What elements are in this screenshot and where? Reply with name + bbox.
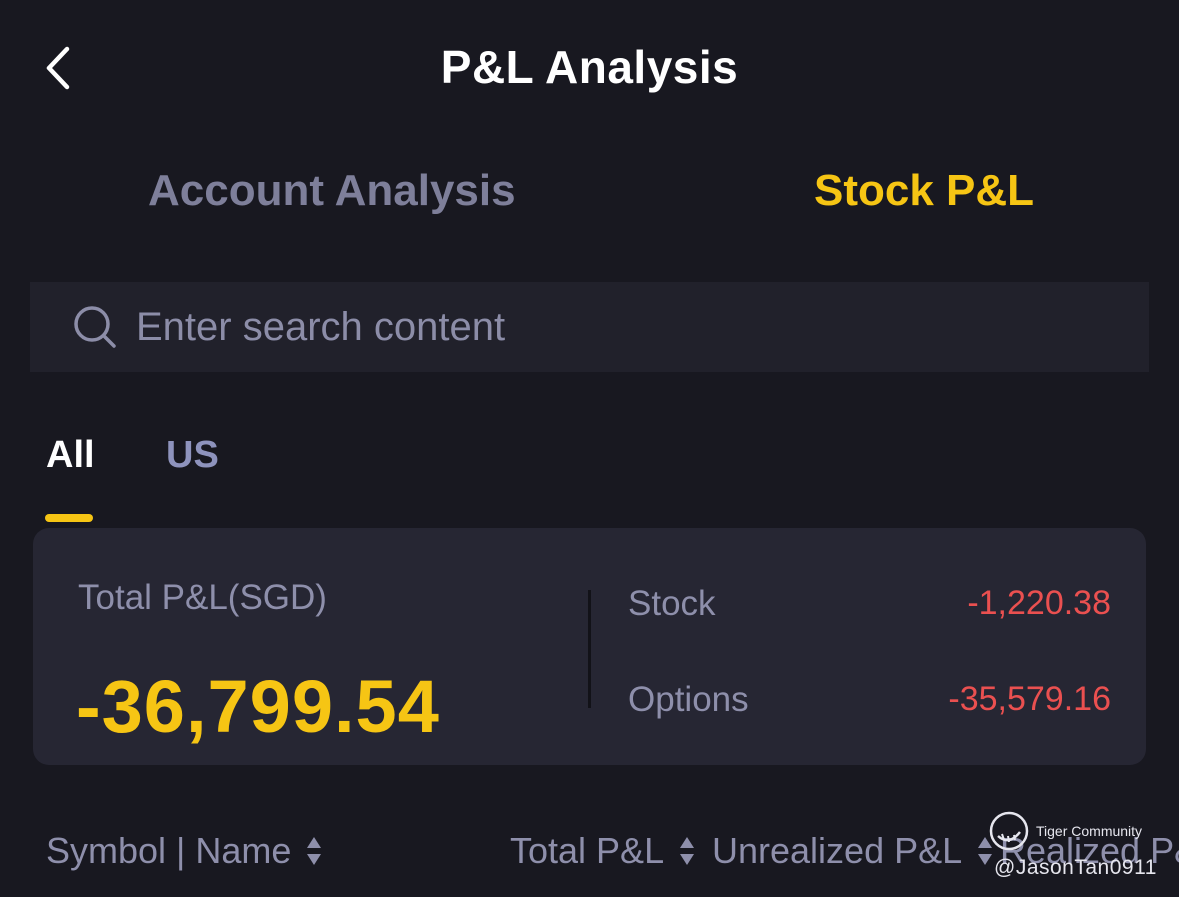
column-header-label: Total P&L (510, 830, 665, 871)
sort-icon (307, 837, 322, 865)
column-header-symbol-name[interactable]: Symbol | Name (46, 830, 323, 872)
active-tab-indicator (45, 514, 93, 522)
tab-market-us[interactable]: US (166, 434, 219, 477)
card-divider (588, 590, 591, 708)
watermark-brand: Tiger Community (1036, 823, 1143, 839)
total-pl-value: -36,799.54 (76, 665, 440, 748)
tab-market-all[interactable]: All (46, 434, 95, 477)
watermark-handle: @JasonTan0911 (994, 856, 1157, 879)
total-pl-label: Total P&L(SGD) (78, 578, 327, 617)
tab-account-analysis[interactable]: Account Analysis (148, 166, 516, 216)
stock-pl-label: Stock (628, 584, 716, 623)
column-header-label: Unrealized P&L (712, 830, 963, 871)
column-header-label: Symbol | Name (46, 830, 292, 871)
options-pl-label: Options (628, 680, 749, 719)
stock-pl-value: -1,220.38 (967, 584, 1111, 622)
column-header-unrealized-pl[interactable]: Unrealized P&L (712, 830, 994, 872)
search-input[interactable] (136, 298, 1116, 356)
search-icon (74, 306, 116, 348)
tab-stock-pl[interactable]: Stock P&L (814, 166, 1034, 216)
column-header-total-pl[interactable]: Total P&L (510, 830, 696, 872)
tiger-community-logo-icon (989, 811, 1029, 851)
sort-icon (680, 837, 695, 865)
options-pl-value: -35,579.16 (948, 680, 1111, 718)
page-title: P&L Analysis (440, 41, 739, 93)
